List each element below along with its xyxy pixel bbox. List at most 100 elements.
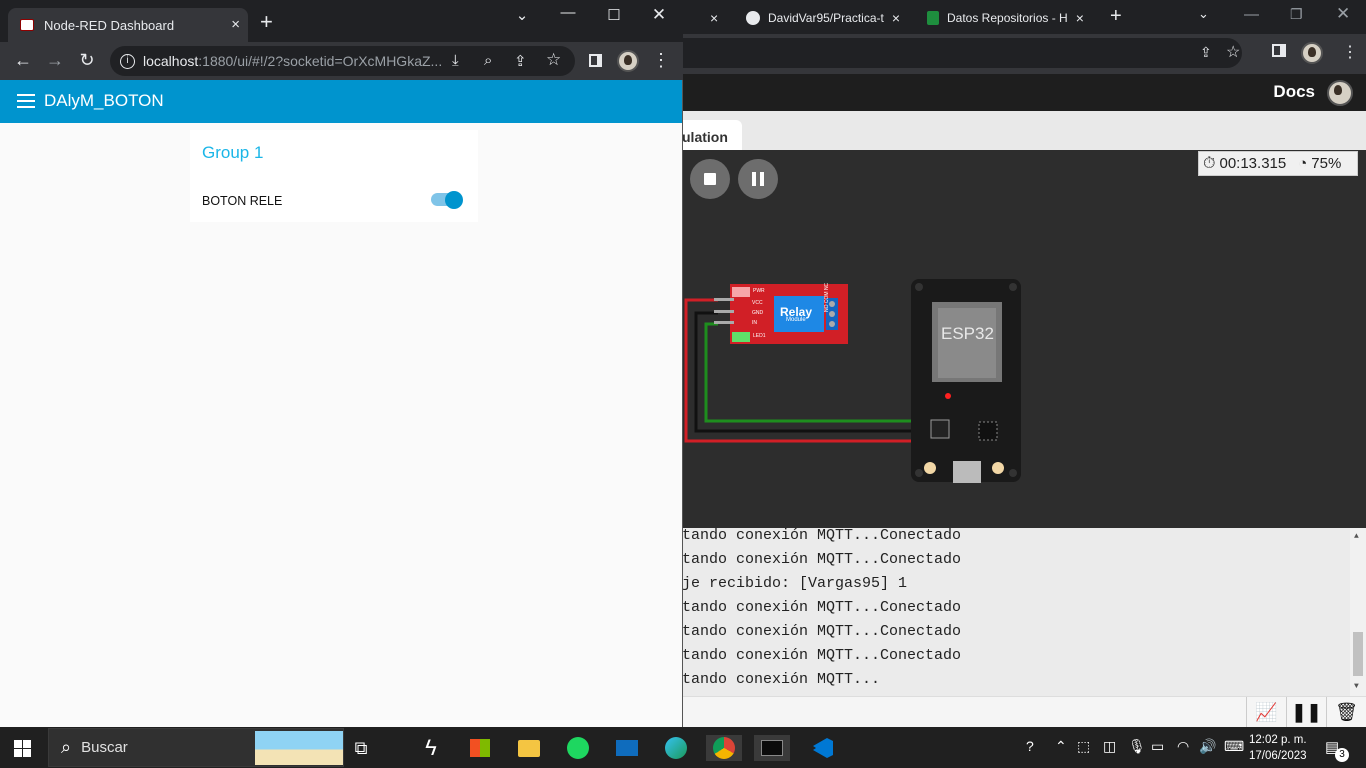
wokwi-tab-strip: ulation (682, 111, 1366, 150)
serial-monitor[interactable]: tando conexión MQTT...Conectado tando co… (682, 528, 1366, 696)
profile-avatar[interactable] (617, 50, 639, 72)
relay-terminal-labels: NO COM NC (824, 282, 830, 312)
bg-tab-0[interactable]: × (710, 5, 730, 31)
foreground-browser-window: Node-RED Dashboard × + ⌄ — ☐ ✕ ← → ↻ i l… (0, 0, 683, 727)
bg-profile-avatar[interactable] (1301, 42, 1323, 64)
tab-node-red-dashboard[interactable]: Node-RED Dashboard × (8, 8, 248, 42)
group-title: Group 1 (202, 143, 264, 162)
hamburger-menu-icon[interactable] (17, 94, 35, 108)
clock-time: 12:02 p. m. (1249, 734, 1307, 746)
bg-tab-sheets-close[interactable]: × (1076, 10, 1084, 26)
site-info-icon[interactable]: i (120, 53, 135, 69)
bg-new-tab-button[interactable]: + (1110, 5, 1122, 28)
camera-icon[interactable]: ◫ (1103, 738, 1116, 755)
edge-icon[interactable] (663, 735, 689, 761)
bg-restore-icon[interactable]: ❐ (1290, 6, 1303, 23)
search-highlight-image (255, 731, 343, 765)
serial-line: tando conexión MQTT...Conectado (682, 599, 962, 616)
dashboard-toolbar: DAlyM_BOTON (0, 80, 682, 123)
mail-icon[interactable] (614, 735, 640, 761)
plotter-button[interactable]: 📈 (1246, 697, 1286, 728)
clear-serial-button[interactable]: 🗑 (1326, 697, 1366, 728)
side-panel-icon[interactable] (589, 54, 602, 67)
search-placeholder: Buscar (81, 739, 128, 756)
serial-line: tando conexión MQTT...Conectado (682, 551, 962, 568)
clock-date: 17/06/2023 (1249, 750, 1307, 762)
close-window-icon[interactable]: ✕ (636, 5, 682, 25)
side-panel-icon[interactable] (1272, 44, 1286, 57)
serial-toolbar: 📈 ❚❚ 🗑 (682, 696, 1366, 728)
menu-icon[interactable]: ⋮ (650, 50, 672, 71)
language-icon[interactable]: ⌨ (1224, 738, 1244, 755)
serial-line: tando conexión MQTT...Conectado (682, 623, 962, 640)
spotify-icon[interactable] (565, 735, 591, 761)
chevron-up-icon[interactable]: ⌃ (1055, 738, 1067, 755)
wifi-icon[interactable]: ◠ (1177, 738, 1189, 755)
microphone-icon[interactable]: 🎙 (1128, 738, 1146, 755)
install-app-icon[interactable]: ⤓ (452, 52, 459, 69)
relay-switch-knob[interactable] (445, 191, 463, 209)
bg-tab-github-label: DavidVar95/Practica-t (768, 11, 884, 25)
minimize-icon[interactable]: — (545, 4, 591, 21)
bg-address-bar[interactable]: ⇪ ☆ (682, 38, 1242, 68)
bg-minimize-icon[interactable]: — (1244, 6, 1259, 23)
wokwi-user-avatar[interactable] (1327, 80, 1353, 106)
bg-menu-icon[interactable]: ⋮ (1342, 42, 1358, 62)
bg-tab-search-icon[interactable]: ⌄ (1198, 6, 1209, 22)
node-red-favicon (20, 19, 34, 31)
pause-icon: ❚❚ (1291, 702, 1322, 722)
microsoft-store-icon[interactable] (467, 735, 493, 761)
url-text[interactable]: localhost :1880/ui/#!/2?socketid=OrXcMHG… (143, 53, 443, 69)
bg-tab-0-close[interactable]: × (710, 10, 718, 26)
back-icon[interactable]: ← (12, 50, 34, 71)
scroll-down-icon[interactable]: ▼ (1354, 682, 1359, 691)
chevron-down-icon[interactable]: ⌄ (499, 6, 545, 24)
help-icon[interactable]: ? (1026, 738, 1034, 754)
zoom-icon[interactable]: ⌕ (484, 52, 492, 69)
relay-led-1: LED1 (753, 333, 766, 339)
relay-pin-in: IN (752, 320, 757, 326)
fg-toolbar: ← → ↻ i localhost :1880/ui/#!/2?socketid… (0, 42, 683, 80)
docs-link[interactable]: Docs (1273, 82, 1315, 102)
scroll-thumb[interactable] (1353, 632, 1363, 676)
address-bar[interactable]: i localhost :1880/ui/#!/2?socketid=OrXcM… (110, 46, 575, 76)
taskbar-search[interactable]: ⌕ Buscar (48, 728, 344, 767)
serial-scrollbar[interactable]: ▲ ▼ (1350, 528, 1366, 696)
windows-start-icon[interactable] (14, 740, 31, 757)
fg-tab-strip: Node-RED Dashboard × + ⌄ — ☐ ✕ (0, 0, 683, 42)
share-icon[interactable]: ⇪ (1200, 44, 1212, 61)
chart-line-icon: 📈 (1255, 702, 1278, 722)
new-tab-button[interactable]: + (260, 11, 273, 33)
bookmark-star-icon[interactable]: ☆ (546, 50, 561, 70)
scroll-up-icon[interactable]: ▲ (1354, 532, 1359, 541)
search-icon: ⌕ (61, 737, 72, 757)
screenshot-icon[interactable]: ⬚ (1077, 738, 1090, 755)
vscode-icon[interactable] (810, 735, 836, 761)
tab-simulation[interactable]: ulation (682, 120, 742, 150)
terminal-icon[interactable] (754, 735, 790, 761)
bg-close-icon[interactable]: ✕ (1336, 4, 1350, 24)
bg-tab-github[interactable]: DavidVar95/Practica-t × (746, 5, 906, 31)
file-explorer-icon[interactable] (516, 735, 542, 761)
bg-tab-github-close[interactable]: × (892, 10, 900, 26)
pause-serial-button[interactable]: ❚❚ (1286, 697, 1326, 728)
battery-icon[interactable]: ▭ (1151, 738, 1164, 755)
simulation-canvas[interactable]: ⏱ 00:13.315 ◔ 75% Relay Module VCC GND I… (682, 150, 1366, 528)
maximize-icon[interactable]: ☐ (591, 6, 637, 24)
chrome-icon[interactable] (706, 735, 742, 761)
share-icon[interactable]: ⇪ (514, 52, 527, 70)
volume-icon[interactable]: 🔊 (1199, 738, 1216, 755)
bg-toolbar: ⇪ ☆ ⋮ (682, 34, 1366, 74)
notification-count-badge: 3 (1335, 748, 1349, 762)
esp32-board (911, 279, 1021, 483)
reload-icon[interactable]: ↻ (76, 50, 98, 71)
relay-sub-label: Module (786, 317, 806, 323)
bookmark-star-icon[interactable]: ☆ (1226, 42, 1240, 62)
clock[interactable]: 12:02 p. m. 17/06/2023 (1249, 732, 1307, 764)
forward-icon[interactable]: → (44, 50, 66, 71)
close-tab-icon[interactable]: × (231, 16, 240, 33)
relay-led-pwr: PWR (753, 288, 765, 294)
app-icon-terminal-bolt[interactable]: ϟ (418, 735, 444, 761)
task-view-icon[interactable]: ⧉ (348, 735, 374, 761)
bg-tab-sheets[interactable]: Datos Repositorios - H × (927, 5, 1097, 31)
